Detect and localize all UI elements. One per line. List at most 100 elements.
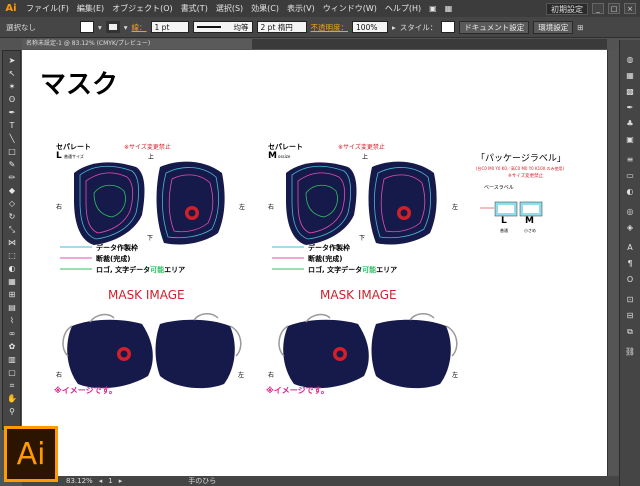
stroke-panel-icon[interactable]: ≡: [623, 154, 637, 166]
hand-tool-icon[interactable]: ✋: [5, 393, 19, 405]
blend-tool-icon[interactable]: ∞: [5, 328, 19, 340]
page-prev-icon[interactable]: ◂: [99, 477, 103, 485]
artboard-canvas[interactable]: マスク セパレート L 普通サイズ ※サイズ変更禁止 上 右 左 下 セパレート…: [22, 50, 607, 476]
stroke-width-field[interactable]: 1 pt: [150, 21, 189, 33]
mesh-tool-icon[interactable]: ⊞: [5, 289, 19, 301]
paintbrush-tool-icon[interactable]: ✎: [5, 159, 19, 171]
menu-effect[interactable]: 効果(C): [247, 3, 283, 14]
rectangle-tool-icon[interactable]: □: [5, 146, 19, 158]
stroke-dropdown-icon[interactable]: ▾: [124, 23, 128, 32]
fill-swatch[interactable]: [80, 21, 94, 33]
blob-brush-tool-icon[interactable]: ◆: [5, 185, 19, 197]
style-label: スタイル：: [399, 22, 438, 32]
menu-window[interactable]: ウィンドウ(W): [319, 3, 381, 14]
brush-field[interactable]: 2 pt 楕円: [256, 21, 307, 33]
stroke-swatch[interactable]: [105, 21, 120, 33]
app-logo: Ai: [5, 3, 17, 14]
stroke-label[interactable]: 線：: [132, 22, 147, 33]
shape-builder-tool-icon[interactable]: ◐: [5, 263, 19, 275]
menu-select[interactable]: 選択(S): [212, 3, 247, 14]
stroke-profile[interactable]: 均等: [192, 21, 253, 33]
selection-tool-icon[interactable]: ➤: [5, 55, 19, 67]
arrange-docs-icon[interactable]: ▦: [441, 4, 457, 13]
opentype-panel-icon[interactable]: O: [623, 274, 637, 286]
mask-pattern-l-right: [156, 161, 226, 246]
mask-image-m-right: [370, 312, 458, 389]
mask-image-m-left: [278, 313, 370, 389]
document-settings-button[interactable]: ドキュメント設定: [459, 20, 530, 34]
left-label-m: 左: [452, 204, 459, 211]
menu-file[interactable]: ファイル(F): [22, 3, 73, 14]
scale-tool-icon[interactable]: ⤡: [5, 224, 19, 236]
direct-selection-tool-icon[interactable]: ↖: [5, 68, 19, 80]
zoom-level[interactable]: 83.12%: [66, 477, 93, 485]
bridge-icon[interactable]: ▣: [425, 4, 441, 13]
rotate-tool-icon[interactable]: ↻: [5, 211, 19, 223]
opacity-arrow-icon[interactable]: ▸: [392, 23, 396, 32]
menu-edit[interactable]: 編集(E): [73, 3, 108, 14]
symbol-sprayer-tool-icon[interactable]: ✿: [5, 341, 19, 353]
close-button[interactable]: ×: [624, 3, 636, 14]
artboard-tool-icon[interactable]: ▢: [5, 367, 19, 379]
pencil-tool-icon[interactable]: ✏: [5, 172, 19, 184]
pen-tool-icon[interactable]: ✒: [5, 107, 19, 119]
line-tool-icon[interactable]: ╲: [5, 133, 19, 145]
gradient-panel-icon[interactable]: ▭: [623, 170, 637, 182]
preferences-button[interactable]: 環境設定: [533, 20, 574, 34]
zoom-tool-icon[interactable]: ⚲: [5, 406, 19, 418]
eraser-tool-icon[interactable]: ◇: [5, 198, 19, 210]
base-label-title: ベースラベル: [484, 185, 514, 191]
img-right-label-m: 右: [268, 372, 275, 379]
color-guide-icon[interactable]: ▦: [623, 70, 637, 82]
menu-type[interactable]: 書式(T): [177, 3, 212, 14]
menu-help[interactable]: ヘルプ(H): [381, 3, 425, 14]
legend-data-l: データ作製枠: [96, 244, 138, 252]
maximize-button[interactable]: □: [608, 3, 620, 14]
brushes-panel-icon[interactable]: ✒: [623, 102, 637, 114]
vertical-scrollbar[interactable]: [607, 50, 618, 476]
character-panel-icon[interactable]: A: [623, 242, 637, 254]
color-panel-icon[interactable]: ◍: [623, 54, 637, 66]
layers-panel-icon[interactable]: ◈: [623, 222, 637, 234]
minimize-button[interactable]: _: [592, 3, 604, 14]
transform-panel-icon[interactable]: ⊡: [623, 294, 637, 306]
opacity-field[interactable]: 100%: [352, 21, 389, 33]
package-size-m-note: 小さめ: [524, 228, 536, 233]
workspace-switcher[interactable]: 初期設定: [546, 2, 588, 15]
size-warning-l: ※サイズ変更禁止: [124, 144, 171, 151]
page-next-icon[interactable]: ▸: [119, 477, 123, 485]
document-tab[interactable]: 名称未設定-1 @ 83.12% (CMYK/プレビュー): [22, 39, 252, 49]
swatches-panel-icon[interactable]: ▩: [623, 86, 637, 98]
opacity-label[interactable]: 不透明度：: [311, 22, 349, 33]
lasso-tool-icon[interactable]: ʘ: [5, 94, 19, 106]
width-tool-icon[interactable]: ⋈: [5, 237, 19, 249]
appearance-panel-icon[interactable]: ◎: [623, 206, 637, 218]
style-swatch[interactable]: [441, 21, 456, 33]
gradient-tool-icon[interactable]: ▤: [5, 302, 19, 314]
slice-tool-icon[interactable]: ⌗: [5, 380, 19, 392]
page-number[interactable]: 1: [108, 477, 112, 485]
package-size-m: M: [525, 216, 534, 226]
arrange-icon[interactable]: ⊞: [577, 23, 583, 32]
type-tool-icon[interactable]: T: [5, 120, 19, 132]
column-graph-tool-icon[interactable]: ▥: [5, 354, 19, 366]
align-panel-icon[interactable]: ⊟: [623, 310, 637, 322]
mask-image-heading-l: MASK IMAGE: [108, 288, 185, 302]
free-transform-tool-icon[interactable]: ⬚: [5, 250, 19, 262]
transparency-panel-icon[interactable]: ◐: [623, 186, 637, 198]
pathfinder-panel-icon[interactable]: ⧉: [623, 326, 637, 338]
document-tab-bar: 名称未設定-1 @ 83.12% (CMYK/プレビュー): [22, 39, 607, 49]
magic-wand-tool-icon[interactable]: ✶: [5, 81, 19, 93]
menu-object[interactable]: オブジェクト(O): [108, 3, 177, 14]
mask-image-heading-m: MASK IMAGE: [320, 288, 397, 302]
links-panel-icon[interactable]: ⛓: [623, 346, 637, 358]
perspective-grid-tool-icon[interactable]: ▦: [5, 276, 19, 288]
panel-dock: ◍ ▦ ▩ ✒ ♣ ▣ ≡ ▭ ◐ ◎ ◈ A ¶ O ⊡ ⊟ ⧉ ⛓: [619, 40, 640, 486]
menu-view[interactable]: 表示(V): [283, 3, 319, 14]
fill-dropdown-icon[interactable]: ▾: [98, 23, 102, 32]
eyedropper-tool-icon[interactable]: ⌇: [5, 315, 19, 327]
graphic-styles-icon[interactable]: ▣: [623, 134, 637, 146]
symbols-panel-icon[interactable]: ♣: [623, 118, 637, 130]
legend-logo-l: ロゴ, 文字データ可能エリア: [96, 266, 186, 274]
paragraph-panel-icon[interactable]: ¶: [623, 258, 637, 270]
